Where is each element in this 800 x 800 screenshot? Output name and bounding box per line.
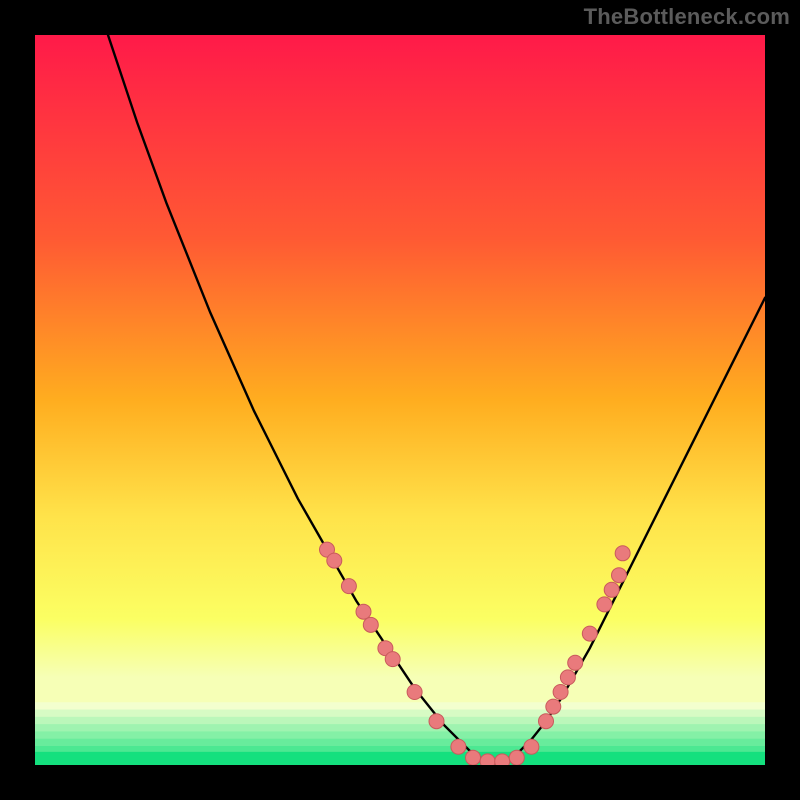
bottom-green-bands bbox=[35, 702, 765, 765]
data-dot bbox=[582, 626, 597, 641]
data-dot bbox=[615, 546, 630, 561]
data-dot bbox=[539, 714, 554, 729]
data-dot bbox=[560, 670, 575, 685]
data-dot bbox=[546, 699, 561, 714]
data-dot bbox=[568, 655, 583, 670]
data-dot bbox=[363, 617, 378, 632]
data-dot bbox=[524, 739, 539, 754]
data-dot bbox=[451, 739, 466, 754]
data-dot bbox=[341, 579, 356, 594]
data-dot bbox=[509, 750, 524, 765]
data-dot bbox=[495, 754, 510, 765]
data-dot bbox=[597, 597, 612, 612]
data-dot bbox=[327, 553, 342, 568]
data-dot bbox=[356, 604, 371, 619]
data-dot bbox=[385, 652, 400, 667]
data-dot bbox=[429, 714, 444, 729]
plot-area bbox=[35, 35, 765, 765]
data-dot bbox=[604, 582, 619, 597]
chart-frame: TheBottleneck.com bbox=[0, 0, 800, 800]
bottleneck-chart bbox=[35, 35, 765, 765]
data-dot bbox=[480, 754, 495, 765]
data-dot bbox=[466, 750, 481, 765]
watermark-text: TheBottleneck.com bbox=[584, 4, 790, 30]
green-baseline bbox=[35, 752, 765, 765]
data-dot bbox=[612, 568, 627, 583]
data-dot bbox=[553, 685, 568, 700]
data-dot bbox=[407, 685, 422, 700]
